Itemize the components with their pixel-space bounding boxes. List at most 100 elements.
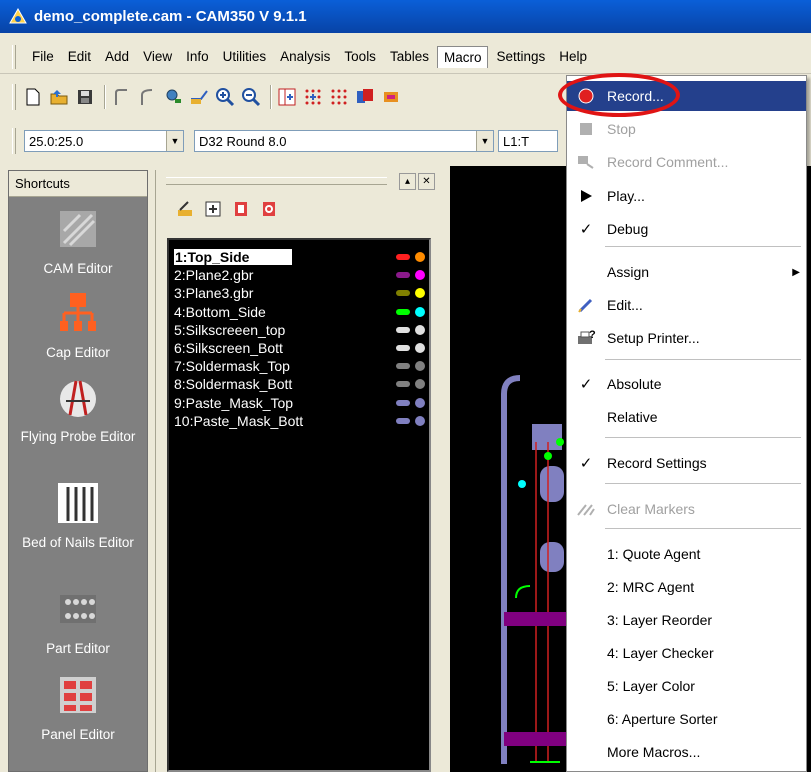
menu-item-label: More Macros... — [607, 744, 701, 760]
add-layer-icon[interactable] — [204, 200, 222, 218]
delete-layer-icon[interactable] — [260, 200, 278, 218]
layer-color-swatch[interactable] — [396, 272, 410, 279]
menu-item-absolute[interactable]: ✓ Absolute — [567, 369, 806, 399]
menu-item-2-mrc-agent[interactable]: 2: MRC Agent — [567, 572, 806, 602]
layer-visibility-dot[interactable] — [415, 306, 425, 317]
menu-item-1-quote-agent[interactable]: 1: Quote Agent — [567, 539, 806, 569]
menu-item-6-aperture-sorter[interactable]: 6: Aperture Sorter — [567, 704, 806, 734]
shortcut-cap-editor[interactable]: Cap Editor — [9, 291, 147, 362]
menu-item-more-macros[interactable]: More Macros... — [567, 737, 806, 767]
snap-grid-icon[interactable] — [302, 86, 324, 108]
layer-row[interactable]: 4:Bottom_Side — [174, 303, 428, 321]
dots-icon[interactable] — [328, 86, 350, 108]
restore-icon[interactable]: ▴ — [399, 172, 416, 190]
submenu-arrow-icon: ▶ — [792, 266, 800, 278]
zoom-out-icon[interactable] — [240, 86, 262, 108]
menu-utilities[interactable]: Utilities — [217, 46, 273, 67]
layer-color-swatch[interactable] — [396, 254, 410, 260]
menu-help[interactable]: Help — [553, 46, 593, 67]
printer-icon: ? — [567, 323, 605, 353]
chevron-down-icon[interactable]: ▼ — [476, 131, 493, 151]
layer-row[interactable]: 9:Paste_Mask_Top — [174, 394, 428, 412]
menu-tables[interactable]: Tables — [384, 46, 435, 67]
layer-visibility-dot[interactable] — [415, 270, 425, 281]
menu-item-edit[interactable]: Edit... — [567, 290, 806, 320]
shortcut-bed-of-nails[interactable]: Bed of Nails Editor — [9, 481, 147, 552]
menu-view[interactable]: View — [137, 46, 178, 67]
layer-visibility-dot[interactable] — [415, 379, 425, 390]
new-file-icon[interactable] — [22, 86, 44, 108]
layer-row[interactable]: 5:Silkscreeen_top — [174, 321, 428, 339]
menu-edit[interactable]: Edit — [62, 46, 97, 67]
layer-stack-icon[interactable] — [232, 200, 250, 218]
menu-item-4-layer-checker[interactable]: 4: Layer Checker — [567, 638, 806, 668]
aperture-select[interactable]: D32 Round 8.0 ▼ — [194, 130, 494, 152]
layer-visibility-dot[interactable] — [415, 361, 425, 372]
edit-layer-icon[interactable] — [176, 200, 194, 218]
layer-row[interactable]: 6:Silkscreen_Bott — [174, 339, 428, 357]
grid-icon[interactable] — [276, 86, 298, 108]
layer-color-swatch[interactable] — [396, 363, 410, 370]
layer-select[interactable]: L1:T — [498, 130, 558, 152]
menu-analysis[interactable]: Analysis — [274, 46, 336, 67]
layer-color-swatch[interactable] — [396, 326, 410, 333]
menu-settings[interactable]: Settings — [490, 46, 551, 67]
layer-color-swatch[interactable] — [396, 345, 410, 351]
menu-add[interactable]: Add — [99, 46, 135, 67]
menu-item-stop[interactable]: Stop — [567, 114, 806, 144]
layer-row[interactable]: 1:Top_Side — [174, 248, 428, 266]
menu-separator — [605, 246, 801, 247]
shortcut-flying-probe[interactable]: Flying Probe Editor — [9, 375, 147, 446]
menu-item-5-layer-color[interactable]: 5: Layer Color — [567, 671, 806, 701]
zoom-in-icon[interactable] — [214, 86, 236, 108]
layer-color-swatch[interactable] — [396, 381, 410, 388]
select-arc-icon[interactable] — [110, 86, 132, 108]
layer-visibility-dot[interactable] — [415, 343, 425, 353]
menu-item-clear-markers[interactable]: Clear Markers — [567, 494, 806, 524]
menu-info[interactable]: Info — [180, 46, 215, 67]
select-line-icon[interactable] — [136, 86, 158, 108]
pan-icon[interactable] — [188, 86, 210, 108]
menu-item-debug[interactable]: ✓ Debug — [567, 214, 806, 244]
shortcut-cam-editor[interactable]: CAM Editor — [9, 207, 147, 278]
shortcut-label: Cap Editor — [46, 345, 110, 360]
menu-item-record-comment[interactable]: Record Comment... — [567, 147, 806, 177]
menu-tools[interactable]: Tools — [338, 46, 382, 67]
layers-color-icon[interactable] — [354, 86, 376, 108]
layer-visibility-dot[interactable] — [415, 397, 425, 408]
shortcut-part-editor[interactable]: Part Editor — [9, 587, 147, 658]
panel-drag-bar[interactable] — [166, 177, 387, 185]
save-icon[interactable] — [74, 86, 96, 108]
menu-item-relative[interactable]: Relative — [567, 402, 806, 432]
grid-size-select[interactable]: 25.0:25.0 ▼ — [24, 130, 184, 152]
layer-row[interactable]: 2:Plane2.gbr — [174, 266, 428, 284]
layer-color-swatch[interactable] — [396, 417, 410, 424]
open-file-icon[interactable] — [48, 86, 70, 108]
layer-color-swatch[interactable] — [396, 308, 410, 315]
layer-visibility-dot[interactable] — [415, 415, 425, 426]
zoom-window-icon[interactable] — [162, 86, 184, 108]
redraw-icon[interactable] — [380, 86, 402, 108]
menubar-grip[interactable] — [12, 44, 16, 69]
menu-file[interactable]: File — [26, 46, 60, 67]
menu-item-assign[interactable]: Assign ▶ — [567, 257, 806, 287]
layer-color-swatch[interactable] — [396, 290, 410, 297]
shortcut-panel-editor[interactable]: Panel Editor — [9, 673, 147, 744]
combo-toolbar-grip[interactable] — [12, 128, 16, 154]
layer-row[interactable]: 3:Plane3.gbr — [174, 284, 428, 302]
layer-visibility-dot[interactable] — [415, 288, 425, 299]
menu-item-3-layer-reorder[interactable]: 3: Layer Reorder — [567, 605, 806, 635]
layer-row[interactable]: 8:Soldermask_Bott — [174, 375, 428, 393]
layer-row[interactable]: 7:Soldermask_Top — [174, 357, 428, 375]
menu-item-record-settings[interactable]: ✓ Record Settings — [567, 448, 806, 478]
close-icon[interactable]: ✕ — [418, 172, 435, 190]
menu-item-play[interactable]: Play... — [567, 181, 806, 211]
menu-macro[interactable]: Macro — [436, 45, 489, 68]
layer-color-swatch[interactable] — [396, 399, 410, 406]
chevron-down-icon[interactable]: ▼ — [166, 131, 183, 151]
layer-visibility-dot[interactable] — [415, 252, 425, 262]
toolbar-grip[interactable] — [12, 84, 16, 110]
layer-visibility-dot[interactable] — [415, 324, 425, 335]
layer-row[interactable]: 10:Paste_Mask_Bott — [174, 412, 428, 430]
menu-item-setup-printer[interactable]: ? Setup Printer... — [567, 323, 806, 353]
